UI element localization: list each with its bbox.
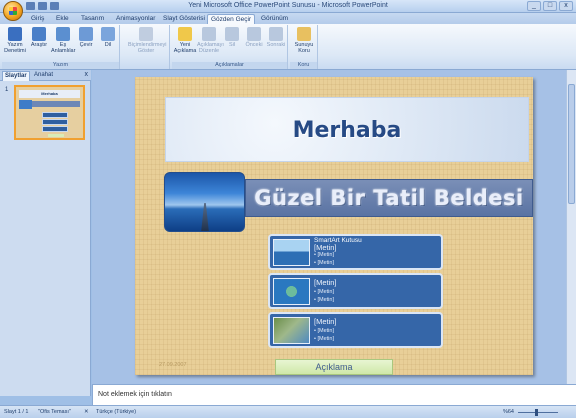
language-icon <box>101 27 115 41</box>
show-markup-button[interactable]: Biçimlendirmeyi Göster <box>128 27 167 54</box>
language-button[interactable]: Dil <box>96 27 120 48</box>
thesaurus-button[interactable]: Eş Anlamlılar <box>51 27 75 54</box>
smartart-item: • [Metin] <box>314 252 334 258</box>
slide-subtitle: Güzel Bir Tatil Beldesi <box>254 186 524 210</box>
ribbon-group-koru: Sunuyu Koru Koru <box>290 25 318 69</box>
scrollbar-thumb[interactable] <box>568 84 575 204</box>
slide-thumbnail[interactable]: Merhaba <box>14 85 85 140</box>
slides-panel: Slaytlar Anahat x 1 Merhaba <box>0 70 91 396</box>
translate-button[interactable]: Çevir <box>74 27 98 48</box>
zoom-slider[interactable] <box>518 412 558 413</box>
slide-number: 1 <box>5 87 9 93</box>
smartart-box[interactable]: [Metin] • [Metin] • [Metin] <box>268 273 443 309</box>
office-button[interactable] <box>3 1 23 21</box>
thumb-box <box>42 112 68 118</box>
spelling-icon <box>8 27 22 41</box>
smartart-item: • [Metin] <box>314 297 334 303</box>
protect-button[interactable]: Sunuyu Koru <box>292 27 316 54</box>
ribbon: Yazım Denetimi Araştır Eş Anlamlılar Çev… <box>0 24 576 70</box>
research-button[interactable]: Araştır <box>27 27 51 48</box>
thumb-button <box>48 134 64 137</box>
tab-ekle[interactable]: Ekle <box>53 14 72 24</box>
beach-photo[interactable] <box>164 172 245 232</box>
new-comment-button[interactable]: Yeni Açıklama <box>173 27 197 54</box>
status-bar: Slayt 1 / 1 "Ofis Teması" ✕ Türkçe (Türk… <box>0 405 576 418</box>
zoom-slider-knob[interactable] <box>535 409 538 416</box>
pier-shape <box>201 203 209 231</box>
smartart-item: • [Metin] <box>314 260 334 266</box>
slide-date: 27.09.2007 <box>159 362 187 368</box>
smartart-item: • [Metin] <box>314 289 334 295</box>
edit-comment-button[interactable]: Açıklamayı Düzenle <box>197 27 224 54</box>
window-controls: _ □ x <box>527 1 573 11</box>
thumb-box <box>42 119 68 125</box>
title-placeholder[interactable]: Merhaba <box>165 97 529 162</box>
notes-pane[interactable]: Not eklemek için tıklatın <box>92 384 576 405</box>
show-markup-icon <box>139 27 153 41</box>
slide-canvas[interactable]: Merhaba Güzel Bir Tatil Beldesi SmartArt… <box>135 77 533 375</box>
minimize-button[interactable]: _ <box>527 1 541 11</box>
tab-anahat[interactable]: Anahat <box>32 71 55 81</box>
tab-animasyonlar[interactable]: Animasyonlar <box>113 14 158 24</box>
panel-tabs: Slaytlar Anahat x <box>0 70 91 81</box>
smartart-item: • [Metin] <box>314 328 334 334</box>
translate-icon <box>79 27 93 41</box>
close-icon[interactable]: x <box>85 71 89 78</box>
next-comment-button[interactable]: Sonraki <box>264 27 288 48</box>
thumb-subtitle <box>32 101 80 107</box>
slide-editor: Merhaba Güzel Bir Tatil Beldesi SmartArt… <box>92 70 576 384</box>
title-bar: Yeni Microsoft Office PowerPoint Sunusu … <box>0 0 576 21</box>
ribbon-group-label: Yazım <box>2 62 119 69</box>
thesaurus-icon <box>56 27 70 41</box>
research-icon <box>32 27 46 41</box>
window-title: Yeni Microsoft Office PowerPoint Sunusu … <box>188 2 388 9</box>
tab-giris[interactable]: Giriş <box>28 14 47 24</box>
smartart-box[interactable]: SmartArt Kutusu [Metin] • [Metin] • [Met… <box>268 234 443 270</box>
thumb-title: Merhaba <box>19 90 80 98</box>
ribbon-group-label: Açıklamalar <box>172 62 287 69</box>
ribbon-group-markup: Biçimlendirmeyi Göster <box>122 25 170 69</box>
theme-name: "Ofis Teması" <box>38 409 71 415</box>
smartart-heading: [Metin] <box>314 317 337 326</box>
language-status[interactable]: Türkçe (Türkiye) <box>96 409 136 415</box>
previous-comment-icon <box>247 27 261 41</box>
whale-photo <box>273 239 310 266</box>
spelling-button[interactable]: Yazım Denetimi <box>3 27 27 54</box>
turtle-photo <box>273 278 310 305</box>
delete-comment-button[interactable]: Sil <box>220 27 244 48</box>
delete-comment-icon <box>225 27 239 41</box>
aciklama-button[interactable]: Açıklama <box>275 359 393 375</box>
subtitle-placeholder[interactable]: Güzel Bir Tatil Beldesi <box>245 179 533 217</box>
maximize-button[interactable]: □ <box>543 1 557 11</box>
new-comment-icon <box>178 27 192 41</box>
ribbon-group-yazim: Yazım Denetimi Araştır Eş Anlamlılar Çev… <box>2 25 120 69</box>
tab-gozden-gecir[interactable]: Gözden Geçir <box>207 14 256 24</box>
tab-gorunum[interactable]: Görünüm <box>258 14 291 24</box>
edit-comment-icon <box>202 27 216 41</box>
next-comment-icon <box>269 27 283 41</box>
slide-title: Merhaba <box>292 118 402 143</box>
ribbon-group-label: Koru <box>290 62 317 69</box>
smartart-heading: [Metin] <box>314 243 337 252</box>
zoom-level[interactable]: %64 <box>503 409 514 415</box>
smartart-box[interactable]: [Metin] • [Metin] • [Metin] <box>268 312 443 348</box>
notes-placeholder: Not eklemek için tıklatın <box>98 391 172 398</box>
ribbon-group-aciklamalar: Yeni Açıklama Açıklamayı Düzenle Sil Önc… <box>172 25 288 69</box>
tab-slayt-gosterisi[interactable]: Slayt Gösterisi <box>160 14 208 24</box>
ribbon-tabs: Giriş Ekle Tasarım Animasyonlar Slayt Gö… <box>0 13 576 24</box>
smartart-heading: [Metin] <box>314 278 337 287</box>
tab-tasarim[interactable]: Tasarım <box>78 14 107 24</box>
previous-comment-button[interactable]: Önceki <box>242 27 266 48</box>
protect-icon <box>297 27 311 41</box>
rocks-photo <box>273 317 310 344</box>
thumb-photo <box>19 100 32 109</box>
vertical-scrollbar[interactable] <box>566 70 576 384</box>
tab-slaytlar[interactable]: Slaytlar <box>2 71 30 81</box>
thumb-box <box>42 126 68 132</box>
spelling-status-icon[interactable]: ✕ <box>84 409 89 415</box>
close-button[interactable]: x <box>559 1 573 11</box>
slide-info: Slayt 1 / 1 <box>4 409 29 415</box>
smartart-item: • [Metin] <box>314 336 334 342</box>
